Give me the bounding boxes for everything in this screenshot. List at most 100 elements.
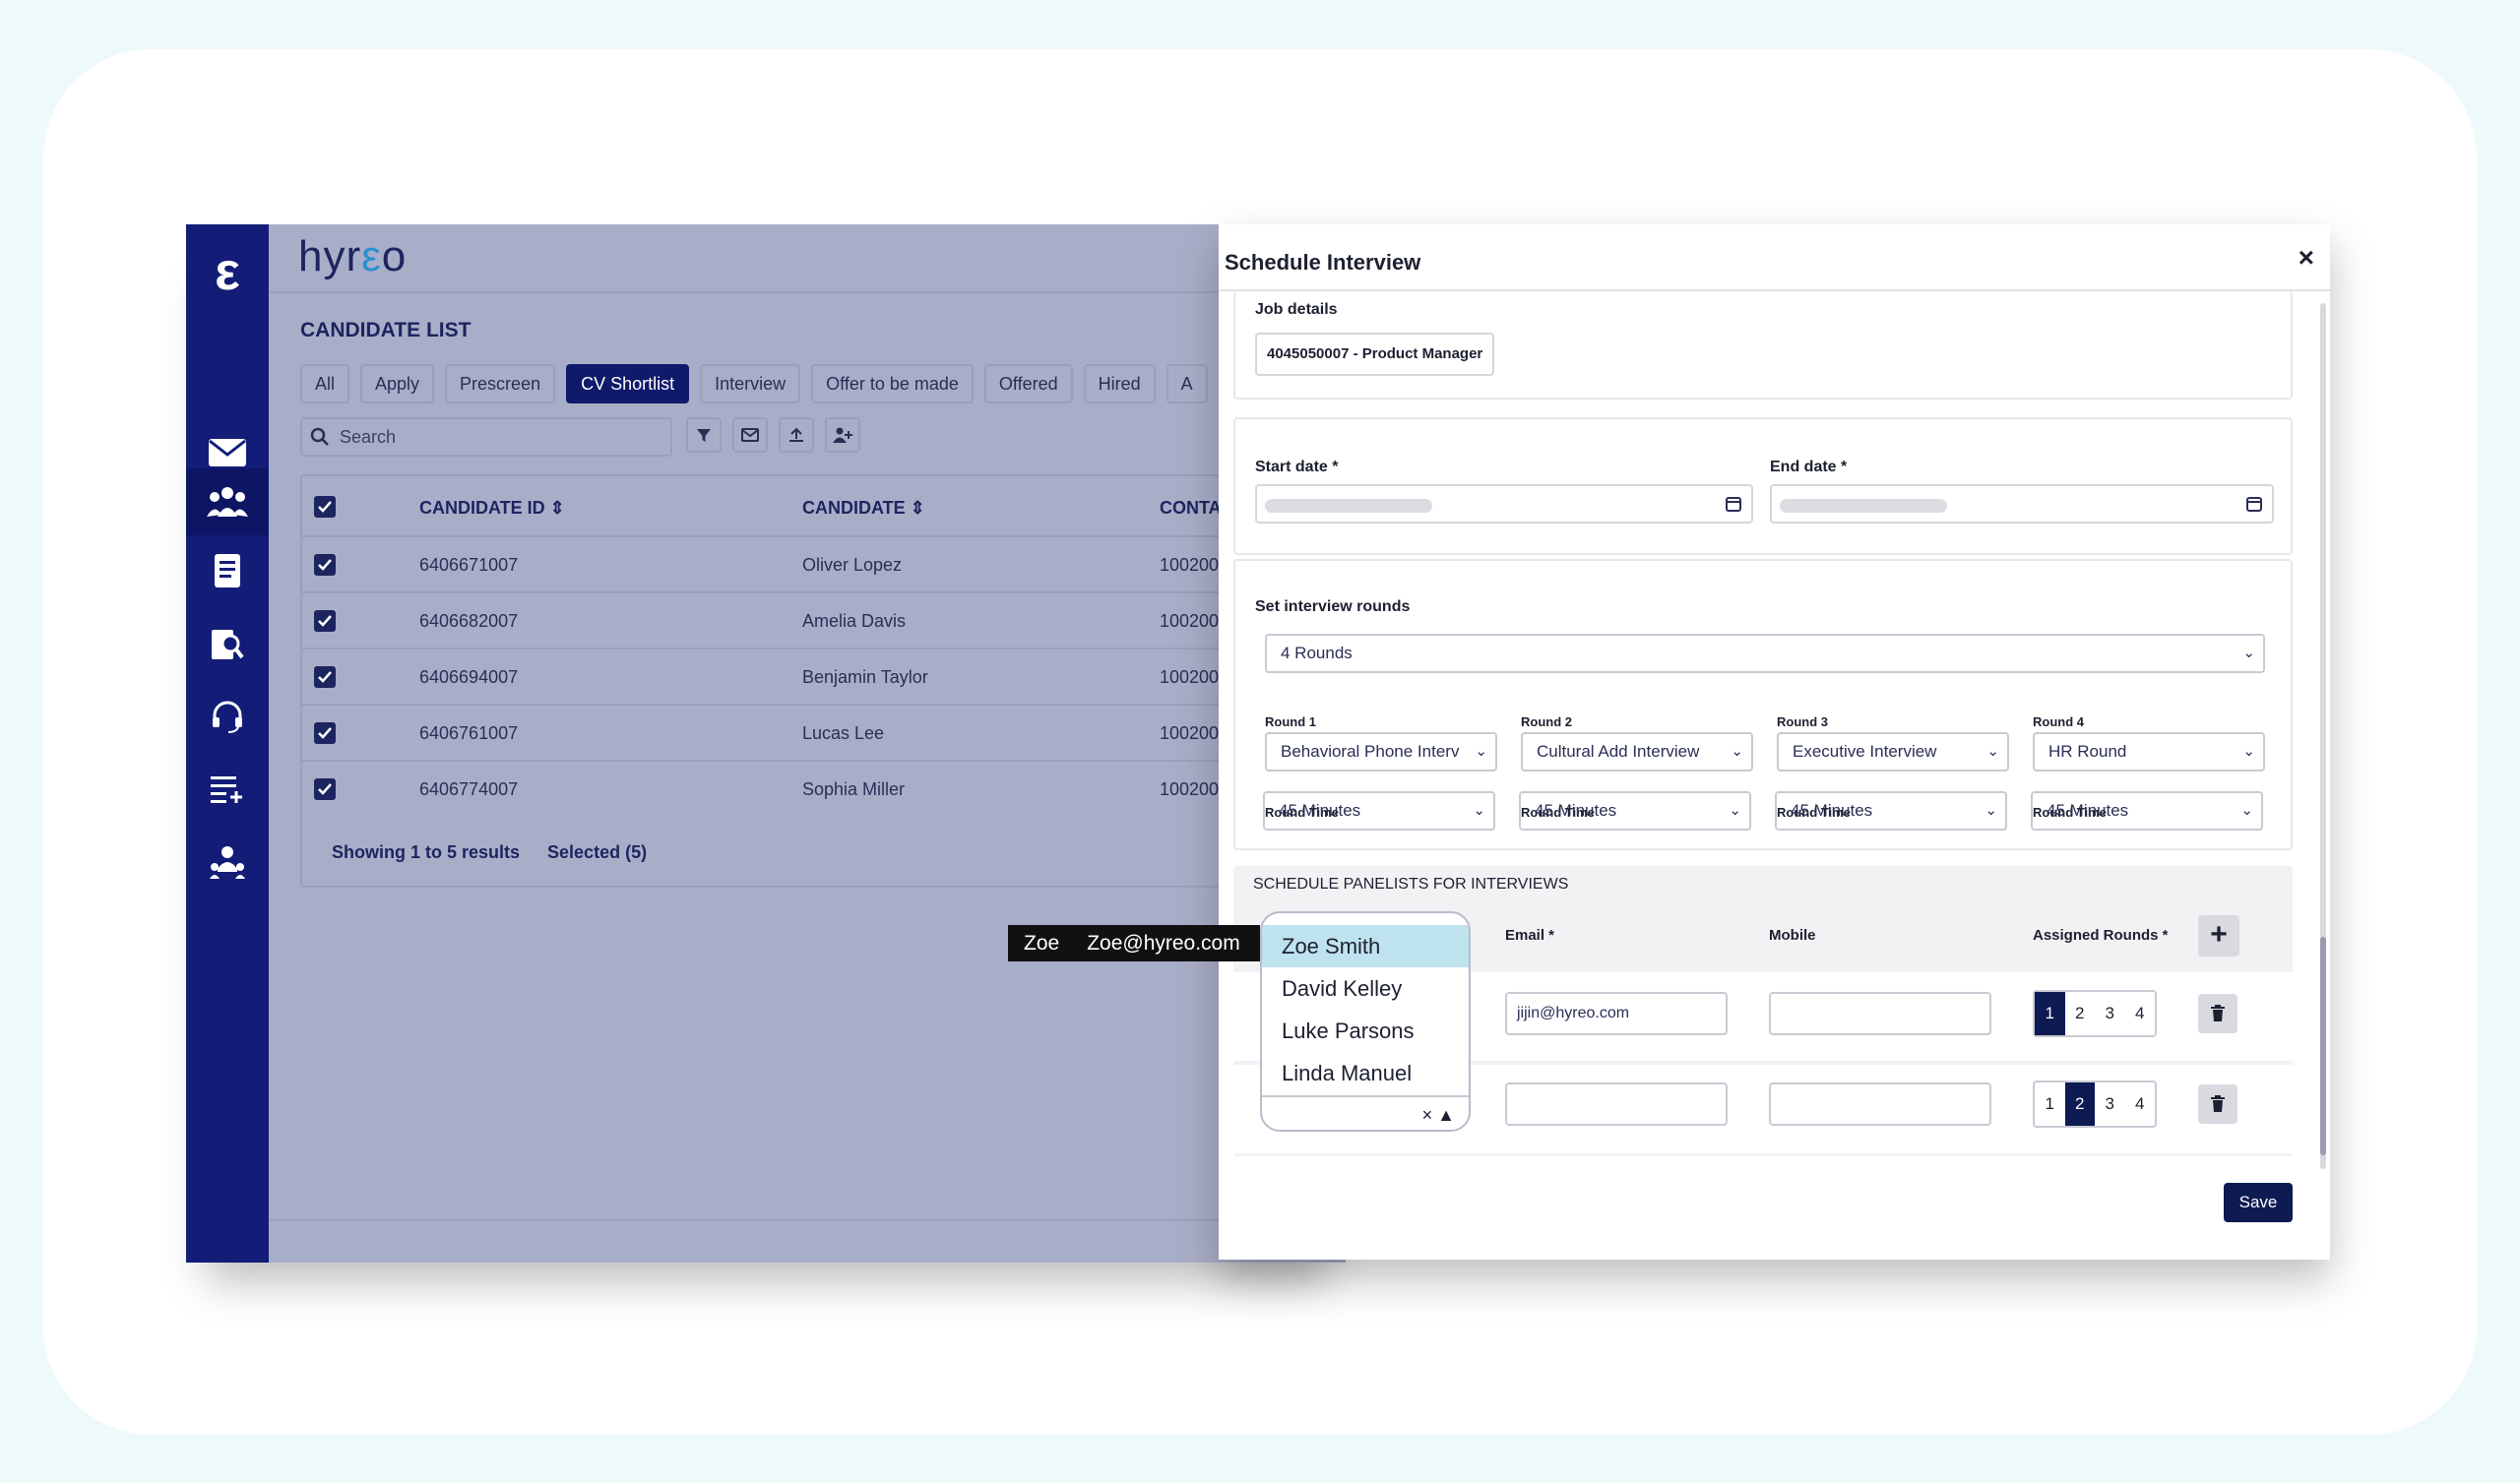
- scrollbar-thumb[interactable]: [2320, 937, 2326, 1155]
- candidate-name[interactable]: Sophia Miller: [802, 779, 905, 800]
- candidate-name[interactable]: Lucas Lee: [802, 723, 884, 744]
- dropdown-option[interactable]: Luke Parsons: [1262, 1010, 1469, 1052]
- table-row[interactable]: 6406671007 Oliver Lopez 100200: [302, 537, 1346, 593]
- panelist-email-input[interactable]: jijin@hyreo.com: [1505, 992, 1728, 1035]
- round-3-label: Round 3: [1777, 714, 1828, 729]
- list-add-icon[interactable]: [186, 762, 269, 817]
- candidate-id: 6406761007: [419, 723, 519, 743]
- table-footer: Showing 1 to 5 results Selected (5): [332, 842, 647, 863]
- table-row[interactable]: 6406682007 Amelia Davis 100200: [302, 593, 1346, 649]
- candidate-name[interactable]: Amelia Davis: [802, 611, 906, 632]
- panelists-title: SCHEDULE PANELISTS FOR INTERVIEWS: [1253, 876, 1569, 893]
- candidate-id: 6406694007: [419, 667, 519, 687]
- delete-icon[interactable]: [2198, 994, 2237, 1033]
- dropdown-controls[interactable]: × ▲: [1262, 1095, 1469, 1130]
- round-1-select[interactable]: Behavioral Phone Interv ⌄: [1265, 732, 1497, 772]
- candidates-icon[interactable]: [186, 468, 269, 535]
- assigned-rounds-toggle[interactable]: 1 2 3 4: [2033, 990, 2157, 1037]
- end-date-label: End date *: [1770, 459, 1848, 475]
- upload-icon[interactable]: [779, 417, 814, 453]
- dropdown-option[interactable]: Zoe Smith: [1262, 925, 1469, 967]
- support-icon[interactable]: [186, 689, 269, 744]
- top-bar: hyrεo: [269, 224, 1346, 293]
- tab-offer-to-be-made[interactable]: Offer to be made: [811, 364, 974, 403]
- calendar-icon[interactable]: [2246, 496, 2262, 512]
- table-row[interactable]: 6406761007 Lucas Lee 100200: [302, 706, 1346, 762]
- panelist-mobile-input[interactable]: [1769, 992, 1991, 1035]
- search-icon: [310, 427, 329, 446]
- app-logo: ε: [215, 242, 240, 301]
- search-placeholder: Search: [340, 426, 397, 447]
- table-row[interactable]: 6406774007 Sophia Miller 100200: [302, 762, 1346, 818]
- start-date-field[interactable]: [1255, 484, 1753, 524]
- report-icon[interactable]: [186, 543, 269, 598]
- candidate-name[interactable]: Benjamin Taylor: [802, 667, 928, 688]
- dropdown-option[interactable]: David Kelley: [1262, 967, 1469, 1010]
- tab-apply[interactable]: Apply: [360, 364, 435, 403]
- round-3-select[interactable]: Executive Interview ⌄: [1777, 732, 2009, 772]
- round-1-time-select[interactable]: 45 Minutes ⌄: [1263, 791, 1495, 831]
- assigned-rounds-toggle[interactable]: 1 2 3 4: [2033, 1081, 2157, 1128]
- round-toggle-4[interactable]: 4: [2125, 992, 2156, 1035]
- row-checkbox[interactable]: [314, 554, 336, 576]
- column-candidate[interactable]: CANDIDATE ⇕: [802, 498, 925, 519]
- round-4-select[interactable]: HR Round ⌄: [2033, 732, 2265, 772]
- round-4-time-select[interactable]: 45 Minutes ⌄: [2031, 791, 2263, 831]
- candidate-id: 6406774007: [419, 779, 519, 799]
- page-title: CANDIDATE LIST: [300, 319, 472, 341]
- tab-all[interactable]: All: [300, 364, 350, 403]
- tab-hired[interactable]: Hired: [1083, 364, 1156, 403]
- candidate-id: 6406671007: [419, 555, 519, 575]
- panelist-dropdown[interactable]: Zoe Smith David Kelley Luke Parsons Lind…: [1260, 911, 1471, 1132]
- end-date-field[interactable]: [1770, 484, 2274, 524]
- round-2-time-select[interactable]: 45 Minutes ⌄: [1519, 791, 1751, 831]
- round-toggle-2[interactable]: 2: [2064, 1082, 2095, 1126]
- candidate-contact: 100200: [1160, 779, 1220, 799]
- dropdown-option[interactable]: Linda Manuel: [1262, 1052, 1469, 1094]
- round-3-time-select[interactable]: 45 Minutes ⌄: [1775, 791, 2007, 831]
- tab-offered[interactable]: Offered: [983, 364, 1073, 403]
- panelist-mobile-input[interactable]: [1769, 1082, 1991, 1126]
- tab-prescreen[interactable]: Prescreen: [445, 364, 556, 403]
- column-contact[interactable]: CONTA: [1160, 498, 1222, 519]
- app-window: ε hyrεo CANDIDATE LIST All Apply Prescre…: [186, 224, 1346, 1263]
- search-input[interactable]: Search: [300, 417, 672, 457]
- table-row[interactable]: 6406694007 Benjamin Taylor 100200: [302, 649, 1346, 706]
- results-count: Showing 1 to 5 results: [332, 842, 521, 862]
- dialog-title: Schedule Interview: [1225, 250, 1421, 275]
- assigned-rounds-label: Assigned Rounds *: [2033, 927, 2169, 944]
- add-panelist-button[interactable]: +: [2198, 915, 2239, 957]
- round-toggle-3[interactable]: 3: [2095, 992, 2125, 1035]
- filter-icon[interactable]: [686, 417, 722, 453]
- candidate-contact: 100200: [1160, 667, 1220, 687]
- row-checkbox[interactable]: [314, 666, 336, 688]
- panelist-email-input[interactable]: [1505, 1082, 1728, 1126]
- tab-more[interactable]: A: [1166, 364, 1208, 403]
- calendar-icon[interactable]: [1726, 496, 1741, 512]
- row-checkbox[interactable]: [314, 778, 336, 800]
- rounds-label: Set interview rounds: [1255, 598, 1411, 615]
- rounds-count-select[interactable]: 4 Rounds ⌄: [1265, 634, 2265, 673]
- tab-interview[interactable]: Interview: [700, 364, 801, 403]
- round-toggle-3[interactable]: 3: [2095, 1082, 2125, 1126]
- team-icon[interactable]: [186, 834, 269, 890]
- select-all-checkbox[interactable]: [314, 496, 336, 518]
- candidate-name[interactable]: Oliver Lopez: [802, 555, 902, 576]
- search-doc-icon[interactable]: [186, 616, 269, 671]
- email-icon[interactable]: [732, 417, 768, 453]
- round-toggle-1[interactable]: 1: [2035, 1082, 2065, 1126]
- column-candidate-id[interactable]: CANDIDATE ID ⇕: [419, 498, 565, 519]
- close-icon[interactable]: ×: [2299, 244, 2314, 272]
- round-toggle-1[interactable]: 1: [2035, 992, 2065, 1035]
- job-chip[interactable]: 4045050007 - Product Manager: [1255, 333, 1495, 376]
- save-button[interactable]: Save: [2224, 1183, 2293, 1222]
- round-toggle-2[interactable]: 2: [2065, 992, 2096, 1035]
- email-column-label: Email *: [1505, 927, 1555, 944]
- assign-user-icon[interactable]: [825, 417, 860, 453]
- row-checkbox[interactable]: [314, 722, 336, 744]
- delete-icon[interactable]: [2198, 1084, 2237, 1124]
- round-2-select[interactable]: Cultural Add Interview ⌄: [1521, 732, 1753, 772]
- row-checkbox[interactable]: [314, 610, 336, 632]
- tab-cv-shortlist[interactable]: CV Shortlist: [566, 364, 690, 403]
- round-toggle-4[interactable]: 4: [2125, 1082, 2156, 1126]
